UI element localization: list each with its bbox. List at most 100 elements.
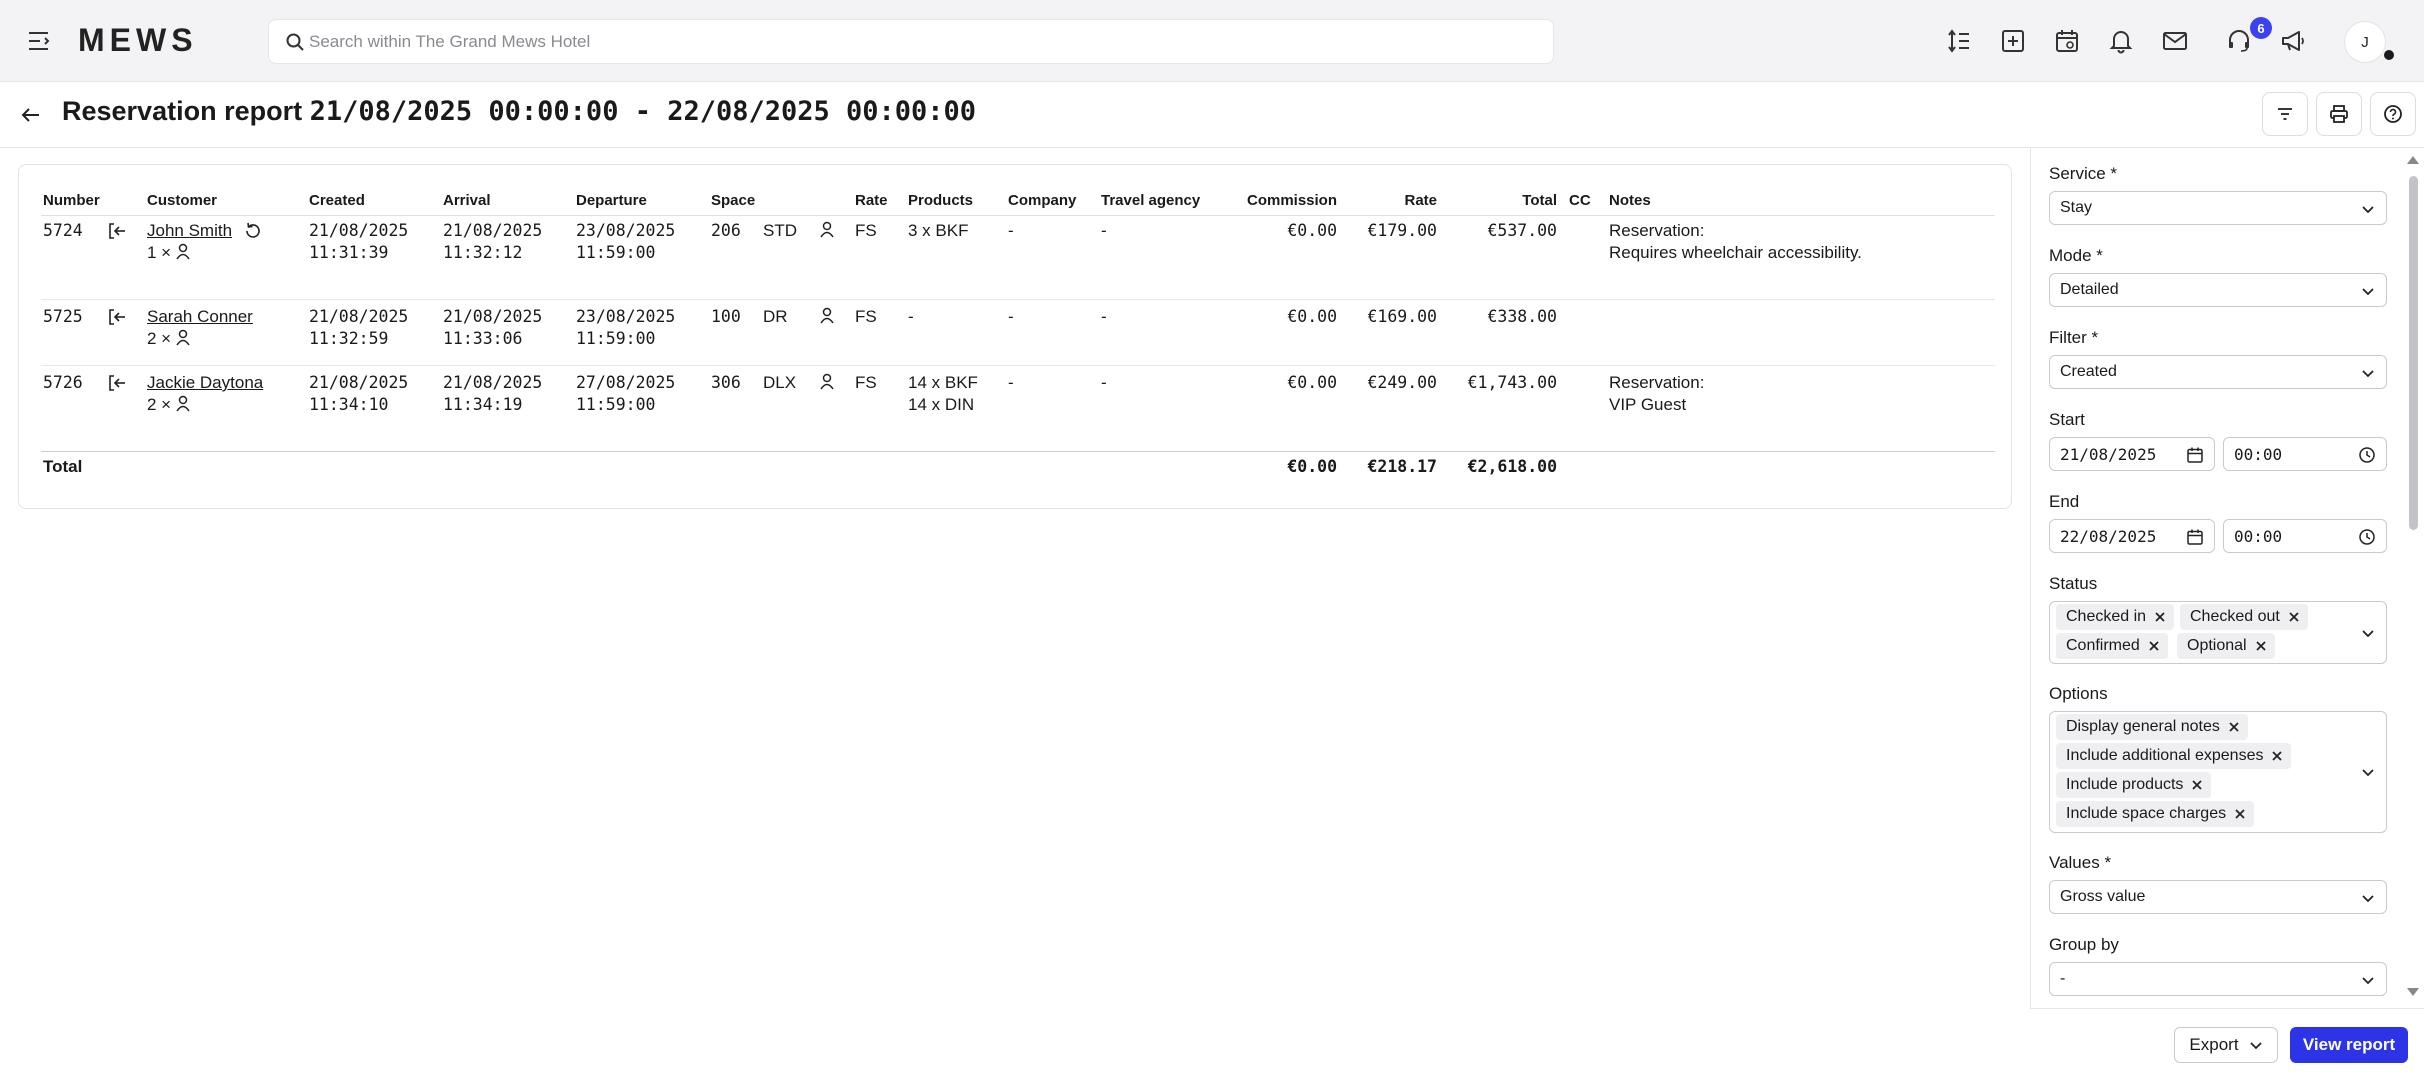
created-time: 11:31:39 xyxy=(309,243,389,262)
arrival-date: 21/08/2025 xyxy=(443,307,543,326)
reservation-number: 5726 xyxy=(43,373,83,392)
column-header-commission[interactable]: Commission xyxy=(1199,192,1337,209)
column-header-created[interactable]: Created xyxy=(309,192,365,209)
total-commission: €0.00 xyxy=(1287,457,1337,476)
chip-label: Checked in xyxy=(2066,608,2147,625)
column-header-total[interactable]: Total xyxy=(1439,192,1557,209)
start-date-field[interactable]: 21/08/2025 xyxy=(2049,437,2215,471)
print-button[interactable] xyxy=(2316,92,2362,136)
printer-icon xyxy=(2330,105,2348,123)
space-type: STD xyxy=(763,221,797,240)
customer-link[interactable]: Sarah Conner xyxy=(147,306,253,328)
column-header-rate[interactable]: Rate xyxy=(1339,192,1437,209)
mail-icon[interactable] xyxy=(2159,25,2191,57)
status-chip: Confirmed xyxy=(2056,633,2168,659)
scroll-down-arrow[interactable] xyxy=(2407,988,2419,996)
remove-icon[interactable] xyxy=(2288,611,2300,623)
logo[interactable]: MEWS xyxy=(78,22,198,59)
commission: €0.00 xyxy=(1287,307,1337,326)
export-button[interactable]: Export xyxy=(2174,1027,2278,1063)
column-header-space[interactable]: Space xyxy=(711,192,755,209)
line-height-icon[interactable] xyxy=(1943,25,1975,57)
menu-icon[interactable] xyxy=(26,28,54,54)
options-multiselect[interactable]: Display general notes Include additional… xyxy=(2049,711,2387,833)
person-icon xyxy=(820,221,834,238)
column-header-customer[interactable]: Customer xyxy=(147,192,217,209)
clock-icon[interactable] xyxy=(2358,446,2376,464)
page-title-range: 21/08/2025 00:00:00 - 22/08/2025 00:00:0… xyxy=(309,96,977,127)
clock-icon[interactable] xyxy=(2358,528,2376,546)
totals-label: Total xyxy=(43,457,83,476)
check-in-icon xyxy=(109,223,125,239)
chevron-down-icon xyxy=(2362,206,2374,214)
company: - xyxy=(1008,221,1014,240)
remove-icon[interactable] xyxy=(2228,721,2240,733)
history-icon[interactable] xyxy=(243,221,263,241)
company: - xyxy=(1008,307,1014,326)
filter-button[interactable] xyxy=(2262,92,2308,136)
travel-agency: - xyxy=(1101,221,1107,240)
filter-icon xyxy=(2278,108,2292,120)
column-header-travel-agency[interactable]: Travel agency xyxy=(1101,192,1200,209)
remove-icon[interactable] xyxy=(2154,611,2166,623)
remove-icon[interactable] xyxy=(2255,640,2267,652)
commission: €0.00 xyxy=(1287,221,1337,240)
row-divider xyxy=(41,365,1995,366)
row-divider xyxy=(41,299,1995,300)
column-header-rate-code[interactable]: Rate xyxy=(855,192,888,209)
calendar-icon[interactable] xyxy=(2051,25,2083,57)
filter-select[interactable]: Created xyxy=(2049,355,2387,389)
start-time-value: 00:00 xyxy=(2234,445,2283,464)
start-label: Start xyxy=(2049,410,2085,429)
column-header-cc[interactable]: CC xyxy=(1569,192,1591,209)
search-input[interactable] xyxy=(309,20,1539,63)
chevron-down-icon[interactable] xyxy=(2360,625,2376,641)
start-time-field[interactable]: 00:00 xyxy=(2223,437,2387,471)
header-divider xyxy=(41,215,1995,216)
megaphone-icon[interactable] xyxy=(2277,25,2309,57)
travel-agency: - xyxy=(1101,373,1107,392)
end-time-field[interactable]: 00:00 xyxy=(2223,519,2387,553)
column-header-company[interactable]: Company xyxy=(1008,192,1076,209)
column-header-notes[interactable]: Notes xyxy=(1609,192,1651,209)
scrollbar-thumb[interactable] xyxy=(2409,176,2418,530)
column-header-number[interactable]: Number xyxy=(43,192,100,209)
end-label: End xyxy=(2049,492,2080,511)
help-button[interactable] xyxy=(2370,92,2416,136)
status-multiselect[interactable]: Checked in Checked out Confirmed Optiona… xyxy=(2049,601,2387,664)
back-arrow-icon[interactable] xyxy=(18,102,44,128)
status-label: Status xyxy=(2049,574,2098,593)
search-bar[interactable] xyxy=(268,19,1554,64)
end-date-field[interactable]: 22/08/2025 xyxy=(2049,519,2215,553)
values-select[interactable]: Gross value xyxy=(2049,880,2387,914)
service-select[interactable]: Stay xyxy=(2049,191,2387,225)
avatar[interactable]: J xyxy=(2344,21,2386,63)
service-value: Stay xyxy=(2060,199,2093,216)
mode-select[interactable]: Detailed xyxy=(2049,273,2387,307)
chevron-down-icon[interactable] xyxy=(2360,764,2376,780)
column-header-arrival[interactable]: Arrival xyxy=(443,192,491,209)
scroll-up-arrow[interactable] xyxy=(2407,156,2419,164)
view-report-button[interactable]: View report xyxy=(2290,1027,2408,1063)
calendar-icon[interactable] xyxy=(2186,446,2204,464)
chevron-down-icon xyxy=(2362,370,2374,378)
calendar-icon[interactable] xyxy=(2186,528,2204,546)
customer-link[interactable]: Jackie Daytona xyxy=(147,372,263,394)
plus-square-icon[interactable] xyxy=(1997,25,2029,57)
arrival-time: 11:32:12 xyxy=(443,243,523,262)
notes-text: Requires wheelchair accessibility. xyxy=(1609,243,1862,262)
grand-total: €2,618.00 xyxy=(1467,457,1557,476)
column-header-departure[interactable]: Departure xyxy=(576,192,647,209)
group-by-select[interactable]: - xyxy=(2049,962,2387,996)
chip-label: Include additional expenses xyxy=(2066,747,2264,764)
column-header-products[interactable]: Products xyxy=(908,192,973,209)
remove-icon[interactable] xyxy=(2191,779,2203,791)
remove-icon[interactable] xyxy=(2271,750,2283,762)
customer-link[interactable]: John Smith xyxy=(147,220,232,242)
check-in-icon xyxy=(109,375,125,391)
bell-icon[interactable] xyxy=(2105,25,2137,57)
help-icon xyxy=(2384,105,2402,123)
remove-icon[interactable] xyxy=(2148,640,2160,652)
remove-icon[interactable] xyxy=(2234,808,2246,820)
page-title-prefix: Reservation report xyxy=(62,96,303,126)
